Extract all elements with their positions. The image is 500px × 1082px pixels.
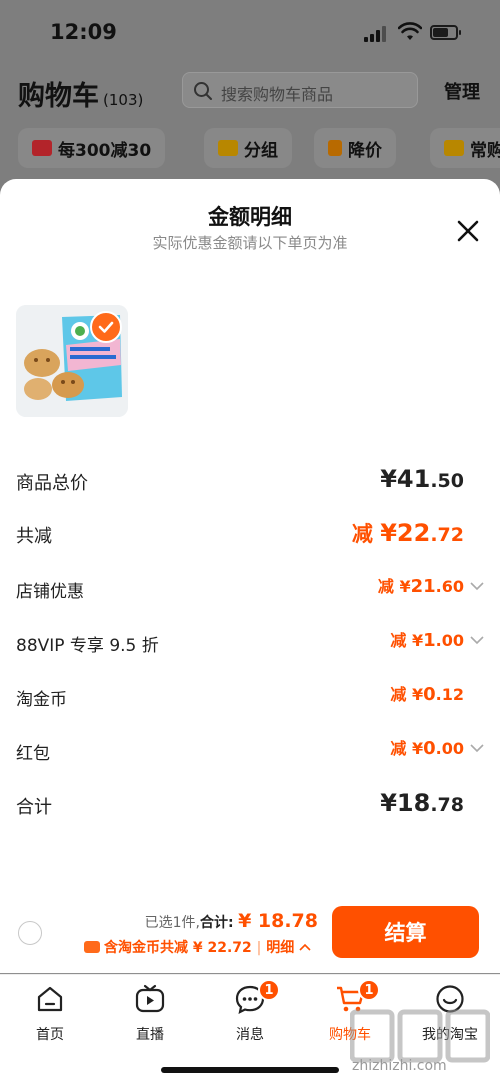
row-value: 减 ¥21.60 bbox=[377, 576, 464, 597]
chevron-down-icon bbox=[470, 582, 484, 591]
coin-icon bbox=[84, 941, 100, 953]
chip-frequent[interactable]: 常购 bbox=[430, 128, 500, 168]
row-taojinbi: 淘金币 减 ¥0.12 bbox=[16, 681, 484, 711]
selected-check-icon[interactable] bbox=[90, 311, 122, 343]
row-label: 红包 bbox=[16, 744, 50, 764]
filter-chips: 每300减30 分组 降价 常购 bbox=[18, 128, 500, 168]
home-icon bbox=[37, 986, 63, 1012]
search-input[interactable]: 搜索购物车商品 bbox=[182, 72, 418, 108]
live-icon bbox=[135, 984, 165, 1013]
status-time: 12:09 bbox=[50, 20, 117, 44]
home-indicator bbox=[161, 1067, 339, 1073]
chip-discount[interactable]: 每300减30 bbox=[18, 128, 166, 168]
manage-button[interactable]: 管理 bbox=[444, 78, 480, 104]
row-label: 淘金币 bbox=[16, 690, 67, 710]
row-value: ¥18.78 bbox=[380, 789, 464, 817]
row-label: 店铺优惠 bbox=[16, 582, 84, 602]
row-red-packet[interactable]: 红包 减 ¥0.00 bbox=[16, 735, 484, 765]
row-final-total: 合计 ¥18.78 bbox=[16, 789, 484, 819]
row-value: 减 ¥0.12 bbox=[390, 684, 464, 705]
row-value: 减 ¥22.72 bbox=[351, 519, 464, 547]
row-value: 减 ¥0.00 bbox=[390, 738, 464, 759]
chip-group[interactable]: 分组 bbox=[204, 128, 292, 168]
selection-summary: 已选1件,合计: ¥ 18.78 bbox=[144, 910, 318, 932]
row-label: 88VIP 专享 9.5 折 bbox=[16, 636, 159, 656]
tab-live[interactable]: 直播 bbox=[110, 983, 190, 1043]
page-title: 购物车 (103) bbox=[18, 81, 144, 112]
cellular-signal-icon bbox=[364, 26, 390, 42]
tab-badge: 1 bbox=[358, 979, 380, 1001]
discount-detail-toggle[interactable]: 含淘金币共减 ¥ 22.72 | 明细 bbox=[84, 937, 311, 957]
chevron-down-icon bbox=[470, 636, 484, 645]
tab-home[interactable]: 首页 bbox=[10, 983, 90, 1043]
sheet-title: 金额明细 bbox=[208, 205, 292, 229]
battery-icon bbox=[430, 25, 461, 40]
chip-price-drop[interactable]: 降价 bbox=[314, 128, 396, 168]
cart-count: (103) bbox=[103, 91, 144, 109]
cart-icon bbox=[444, 140, 464, 156]
row-label: 共减 bbox=[16, 526, 52, 547]
search-icon bbox=[194, 82, 212, 100]
row-total-discount: 共减 减 ¥22.72 bbox=[16, 518, 484, 548]
select-all-checkbox[interactable] bbox=[18, 921, 42, 945]
row-goods-total: 商品总价 ¥41.50 bbox=[16, 465, 484, 495]
folder-icon bbox=[218, 140, 238, 156]
row-value: ¥41.50 bbox=[380, 465, 464, 493]
checkout-button[interactable]: 结算 bbox=[332, 906, 479, 958]
watermark-text: zhizhizhi.com bbox=[352, 1058, 447, 1074]
close-icon[interactable] bbox=[452, 215, 484, 247]
cart-header: 购物车 (103) 搜索购物车商品 管理 bbox=[0, 64, 500, 124]
status-bar: 12:09 bbox=[0, 0, 500, 64]
wifi-icon bbox=[398, 22, 422, 40]
row-label: 合计 bbox=[16, 797, 52, 818]
tab-messages[interactable]: 1 消息 bbox=[210, 979, 290, 1043]
row-88vip-discount[interactable]: 88VIP 专享 9.5 折 减 ¥1.00 bbox=[16, 627, 484, 657]
chevron-down-icon bbox=[470, 744, 484, 753]
tab-badge: 1 bbox=[258, 979, 280, 1001]
checkout-bar: 已选1件,合计: ¥ 18.78 含淘金币共减 ¥ 22.72 | 明细 结算 bbox=[0, 900, 500, 972]
search-placeholder: 搜索购物车商品 bbox=[221, 85, 334, 104]
coupon-icon bbox=[32, 140, 52, 156]
total-amount: ¥ 18.78 bbox=[238, 910, 318, 932]
row-shop-discount[interactable]: 店铺优惠 减 ¥21.60 bbox=[16, 573, 484, 603]
row-label: 商品总价 bbox=[16, 473, 88, 494]
row-value: 减 ¥1.00 bbox=[390, 630, 464, 651]
sheet-subtitle: 实际优惠金额请以下单页为准 bbox=[152, 234, 348, 252]
price-down-icon bbox=[328, 140, 342, 156]
chevron-up-icon bbox=[299, 943, 311, 951]
